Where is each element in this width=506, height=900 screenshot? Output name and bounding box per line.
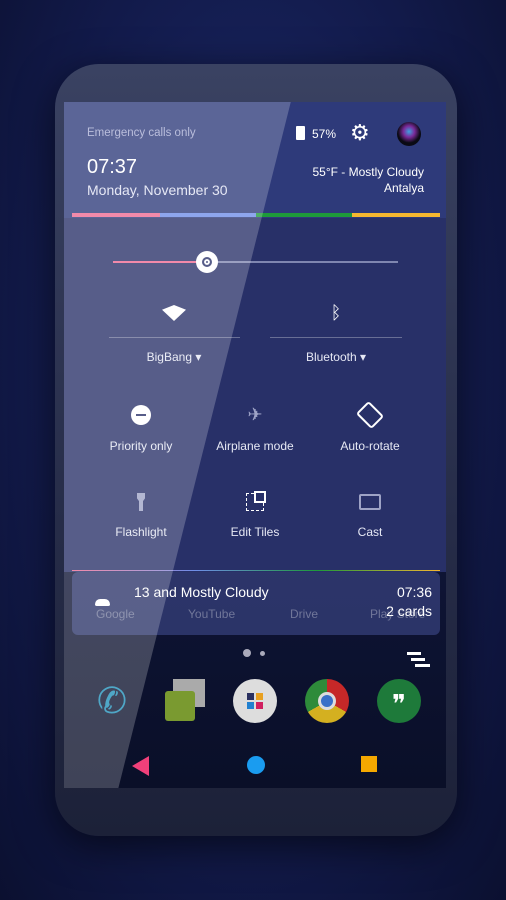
auto-rotate-icon[interactable]	[355, 400, 385, 430]
notification-count: 2 cards	[386, 603, 432, 619]
brightness-fill	[113, 261, 208, 263]
cast-icon[interactable]	[359, 494, 381, 510]
dock-chrome-icon[interactable]	[305, 679, 349, 723]
card-accent-line	[72, 570, 440, 571]
priority-label[interactable]: Priority only	[110, 439, 173, 453]
nav-recents-icon[interactable]	[361, 756, 377, 772]
weather-location: Antalya	[383, 181, 424, 195]
dock-phone-icon[interactable]: ✆	[90, 679, 134, 723]
wifi-label[interactable]: BigBang ▾	[147, 350, 202, 364]
notification-card[interactable]: 13 and Mostly Cloudy 07:36 2 cards	[72, 572, 440, 635]
menu-stack-icon[interactable]	[407, 652, 431, 668]
notification-header: Emergency calls only 07:37 Monday, Novem…	[64, 102, 446, 218]
screen: Emergency calls only 07:37 Monday, Novem…	[64, 102, 446, 788]
battery-icon	[296, 126, 305, 140]
accent-bar-pink	[72, 213, 160, 217]
wifi-icon[interactable]	[162, 305, 186, 321]
caret-down-icon: ▾	[360, 350, 367, 364]
cloud-icon	[95, 599, 110, 606]
accent-bar-green	[256, 213, 352, 217]
dock-messenger-icon[interactable]	[163, 679, 207, 723]
brightness-thumb-sun-icon[interactable]	[196, 251, 219, 273]
edit-tiles-icon[interactable]	[246, 491, 266, 511]
weather-summary: 55°F - Mostly Cloudy	[312, 165, 425, 179]
notification-title: 13 and Mostly Cloudy	[134, 584, 269, 600]
flashlight-icon[interactable]	[137, 493, 145, 511]
wifi-network-name: BigBang	[146, 350, 192, 364]
dock-hangouts-icon[interactable]: ❞	[377, 679, 421, 723]
page-indicator-active[interactable]	[243, 649, 251, 657]
accent-bar-blue	[160, 213, 256, 217]
bluetooth-text: Bluetooth	[305, 350, 357, 364]
carrier-status: Emergency calls only	[87, 127, 196, 139]
user-avatar[interactable]	[397, 122, 421, 146]
flashlight-label[interactable]: Flashlight	[115, 525, 166, 539]
clock: 07:37	[87, 156, 138, 178]
airplane-icon[interactable]: ✈	[247, 405, 262, 426]
dock-apps-icon[interactable]	[233, 679, 277, 723]
nav-back-icon[interactable]	[132, 756, 149, 776]
edit-tiles-label[interactable]: Edit Tiles	[231, 525, 280, 539]
airplane-label[interactable]: Airplane mode	[216, 439, 293, 453]
wifi-divider	[109, 337, 240, 338]
page-indicator[interactable]	[260, 651, 265, 656]
bluetooth-icon[interactable]: ᛒ	[331, 303, 342, 324]
bluetooth-label[interactable]: Bluetooth ▾	[306, 350, 366, 364]
nav-home-icon[interactable]	[247, 756, 265, 774]
notification-time: 07:36	[396, 584, 432, 600]
date: Monday, November 30	[87, 182, 228, 198]
priority-icon[interactable]	[131, 405, 151, 425]
bluetooth-divider	[270, 337, 402, 338]
quick-settings-panel: BigBang ▾ ᛒ Bluetooth ▾ Priority only ✈ …	[64, 218, 446, 572]
auto-rotate-label[interactable]: Auto-rotate	[340, 439, 399, 453]
accent-bar-yellow	[352, 213, 440, 217]
cast-label[interactable]: Cast	[358, 525, 383, 539]
caret-down-icon: ▾	[195, 350, 202, 364]
battery-percent: 57%	[312, 127, 337, 141]
settings-gear-icon[interactable]: ⚙	[350, 122, 370, 144]
